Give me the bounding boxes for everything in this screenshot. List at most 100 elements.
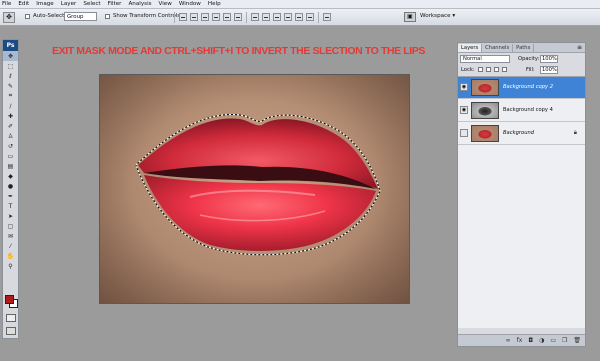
add-mask-icon[interactable]: ◘ [528,337,533,344]
options-bar: ✥ Auto-Select: Group Show Transform Cont… [0,9,600,26]
menu-select[interactable]: Select [83,1,100,7]
transform-controls-label: Show Transform Controls [113,13,181,19]
distribute-right-icon[interactable] [306,13,314,21]
layer-background[interactable]: ◉ Background 🔒︎ [458,123,585,145]
dodge-tool-icon[interactable]: ● [3,181,18,191]
layer-background-copy-4[interactable]: ◉ Background copy 4 [458,100,585,122]
blend-mode-dropdown[interactable]: Normal [460,55,510,63]
layer-thumbnail [471,79,499,96]
opacity-field[interactable]: 100% [540,55,558,63]
tab-channels[interactable]: Channels [482,44,514,52]
menu-image[interactable]: Image [36,1,54,7]
align-hcenter-icon[interactable] [223,13,231,21]
new-group-icon[interactable]: ▭ [550,337,556,344]
lock-pixels-icon[interactable] [486,67,491,72]
menu-analysis[interactable]: Analysis [128,1,151,7]
marquee-tool-icon[interactable]: ⬚ [3,61,18,71]
delete-layer-icon[interactable]: 🗑︎ [573,337,581,344]
brush-tool-icon[interactable]: ✐ [3,121,18,131]
distribute-vcenter-icon[interactable] [262,13,270,21]
layer-background-copy-2[interactable]: ◉ Background copy 2 [458,77,585,99]
tab-paths[interactable]: Paths [513,44,535,52]
blur-tool-icon[interactable]: ◆ [3,171,18,181]
layer-style-icon[interactable]: fx [517,337,523,344]
align-left-icon[interactable] [212,13,220,21]
menu-edit[interactable]: Edit [18,1,29,7]
blend-row: Normal Opacity: 100% [458,53,585,64]
align-bottom-icon[interactable] [201,13,209,21]
crop-tool-icon[interactable]: ⌗ [3,91,18,101]
workspace-menu[interactable]: Workspace ▾ [420,13,455,19]
lasso-tool-icon[interactable]: ℓ [3,71,18,81]
auto-select-dropdown[interactable]: Group [64,12,97,21]
eraser-tool-icon[interactable]: ▭ [3,151,18,161]
type-tool-icon[interactable]: T [3,201,18,211]
distribute-hcenter-icon[interactable] [295,13,303,21]
distribute-left-icon[interactable] [284,13,292,21]
workspace-icon[interactable]: ▣ [404,12,416,22]
shape-tool-icon[interactable]: ▢ [3,221,18,231]
photoshop-logo: Ps [3,40,18,51]
menu-bar: File Edit Image Layer Select Filter Anal… [0,0,600,9]
transform-controls-checkbox[interactable] [105,14,110,19]
align-right-icon[interactable] [234,13,242,21]
healing-tool-icon[interactable]: ✚ [3,111,18,121]
distribute-bottom-icon[interactable] [273,13,281,21]
move-tool-icon[interactable]: ✥ [3,51,18,61]
history-brush-tool-icon[interactable]: ↺ [3,141,18,151]
auto-select-checkbox[interactable] [25,14,30,19]
foreground-color-swatch[interactable] [5,295,14,304]
menu-file[interactable]: File [2,1,11,7]
instruction-text: EXIT MASK MODE AND CTRL+SHIFT+I TO INVER… [52,45,426,57]
new-layer-icon[interactable]: ❐ [562,337,567,344]
visibility-eye-icon[interactable]: ◉ [460,129,468,137]
layer-name: Background copy 4 [503,107,553,113]
align-vcenter-icon[interactable] [190,13,198,21]
visibility-eye-icon[interactable]: ◉ [460,106,468,114]
link-layers-icon[interactable]: ∞ [506,337,511,344]
panel-footer: ∞ fx ◘ ◑ ▭ ❐ 🗑︎ [458,334,585,346]
lock-position-icon[interactable] [494,67,499,72]
document-canvas[interactable] [99,74,410,304]
gradient-tool-icon[interactable]: ▤ [3,161,18,171]
clone-stamp-tool-icon[interactable]: ♙ [3,131,18,141]
image-vignette [100,75,409,303]
panel-menu-icon[interactable]: ≡ [577,44,582,51]
lock-label: Lock: [461,67,475,73]
auto-align-icon[interactable] [323,13,331,21]
tools-panel: Ps ✥ ⬚ ℓ ✎ ⌗ ∕ ✚ ✐ ♙ ↺ ▭ ▤ ◆ ● ✒ T ➤ ▢ ✉… [2,39,19,339]
slice-tool-icon[interactable]: ∕ [3,101,18,111]
divider [174,12,175,23]
lock-all-icon[interactable] [502,67,507,72]
eyedropper-tool-icon[interactable]: ⁄ [3,241,18,251]
layer-thumbnail [471,125,499,142]
distribute-top-icon[interactable] [251,13,259,21]
auto-select-label: Auto-Select: [33,13,67,19]
align-top-icon[interactable] [179,13,187,21]
tab-layers[interactable]: Layers [458,44,483,52]
move-tool-preset-icon[interactable]: ✥ [3,12,15,23]
path-select-tool-icon[interactable]: ➤ [3,211,18,221]
quick-select-tool-icon[interactable]: ✎ [3,81,18,91]
fill-field[interactable]: 100% [540,66,558,74]
pen-tool-icon[interactable]: ✒ [3,191,18,201]
visibility-eye-icon[interactable]: ◉ [460,83,468,91]
screen-mode-icon[interactable] [6,327,16,335]
notes-tool-icon[interactable]: ✉ [3,231,18,241]
menu-layer[interactable]: Layer [61,1,77,7]
menu-filter[interactable]: Filter [108,1,122,7]
divider [246,12,247,23]
quick-mask-icon[interactable] [6,314,16,322]
hand-tool-icon[interactable]: ✋ [3,251,18,261]
zoom-tool-icon[interactable]: ⚲ [3,261,18,271]
menu-window[interactable]: Window [179,1,201,7]
menu-help[interactable]: Help [208,1,221,7]
lock-transparent-icon[interactable] [478,67,483,72]
layer-thumbnail [471,102,499,119]
auto-select-value: Group [67,14,84,20]
fill-label: Fill: [526,67,535,73]
divider [318,12,319,23]
layer-name: Background copy 2 [503,84,554,90]
adjustment-layer-icon[interactable]: ◑ [539,337,544,344]
menu-view[interactable]: View [159,1,172,7]
